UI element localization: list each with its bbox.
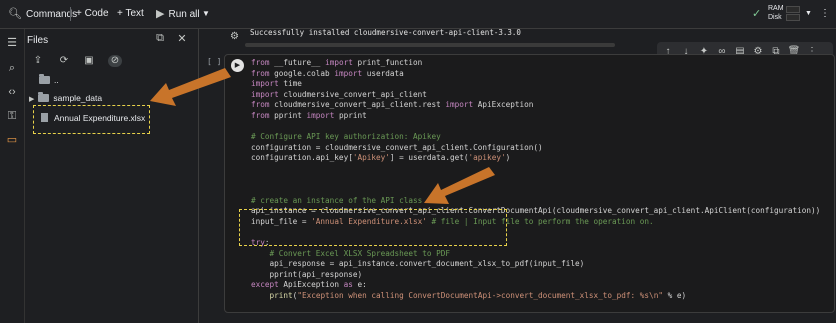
arrow-to-code (424, 167, 495, 204)
annotation-arrows (150, 68, 495, 204)
arrow-to-file (150, 68, 231, 106)
